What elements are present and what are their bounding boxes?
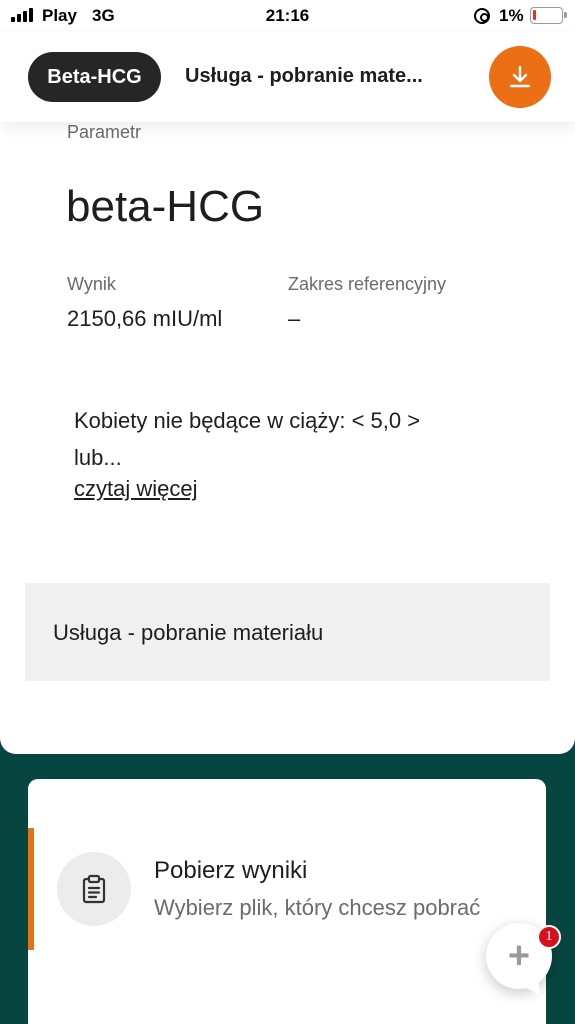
battery-percent: 1%	[499, 6, 524, 25]
param-label: Parametr	[67, 122, 142, 142]
download-icon	[509, 65, 531, 88]
tab-beta-hcg[interactable]: Beta-HCG	[28, 52, 161, 102]
result-value: 2150,66 mIU/ml	[67, 306, 223, 331]
clipboard-icon-wrap	[57, 852, 131, 926]
result-label: Wynik	[67, 274, 116, 294]
range-label: Zakres referencyjny	[288, 274, 447, 294]
tab-bar: Beta-HCG Usługa - pobranie mate...	[0, 32, 575, 122]
tab-service[interactable]: Usługa - pobranie mate...	[185, 65, 440, 88]
param-name: beta-HCG	[66, 182, 265, 231]
notification-badge: 1	[537, 925, 561, 949]
result-card: Parametr beta-HCG Wynik 2150,66 mIU/ml Z…	[0, 122, 575, 754]
reference-note: Kobiety nie będące w ciąży: < 5,0 > lub.…	[74, 408, 421, 470]
service-label: Usługa - pobranie materiału	[53, 620, 324, 645]
download-subtitle: Wybierz plik, który chcesz pobrać	[154, 895, 481, 920]
plus-icon: +	[507, 935, 531, 977]
orientation-lock-icon	[474, 8, 490, 24]
download-title: Pobierz wyniki	[154, 857, 308, 884]
accent-bar	[28, 828, 34, 950]
read-more-link[interactable]: czytaj więcej	[74, 476, 197, 502]
download-results-card[interactable]: Pobierz wyniki Wybierz plik, który chces…	[28, 779, 546, 1024]
service-item[interactable]: Usługa - pobranie materiału	[25, 583, 550, 681]
status-bar: Play 3G 21:16 1%	[0, 0, 575, 32]
range-value: –	[288, 306, 301, 331]
download-button[interactable]	[489, 46, 551, 108]
battery-icon	[530, 7, 567, 24]
clipboard-icon	[82, 874, 106, 904]
